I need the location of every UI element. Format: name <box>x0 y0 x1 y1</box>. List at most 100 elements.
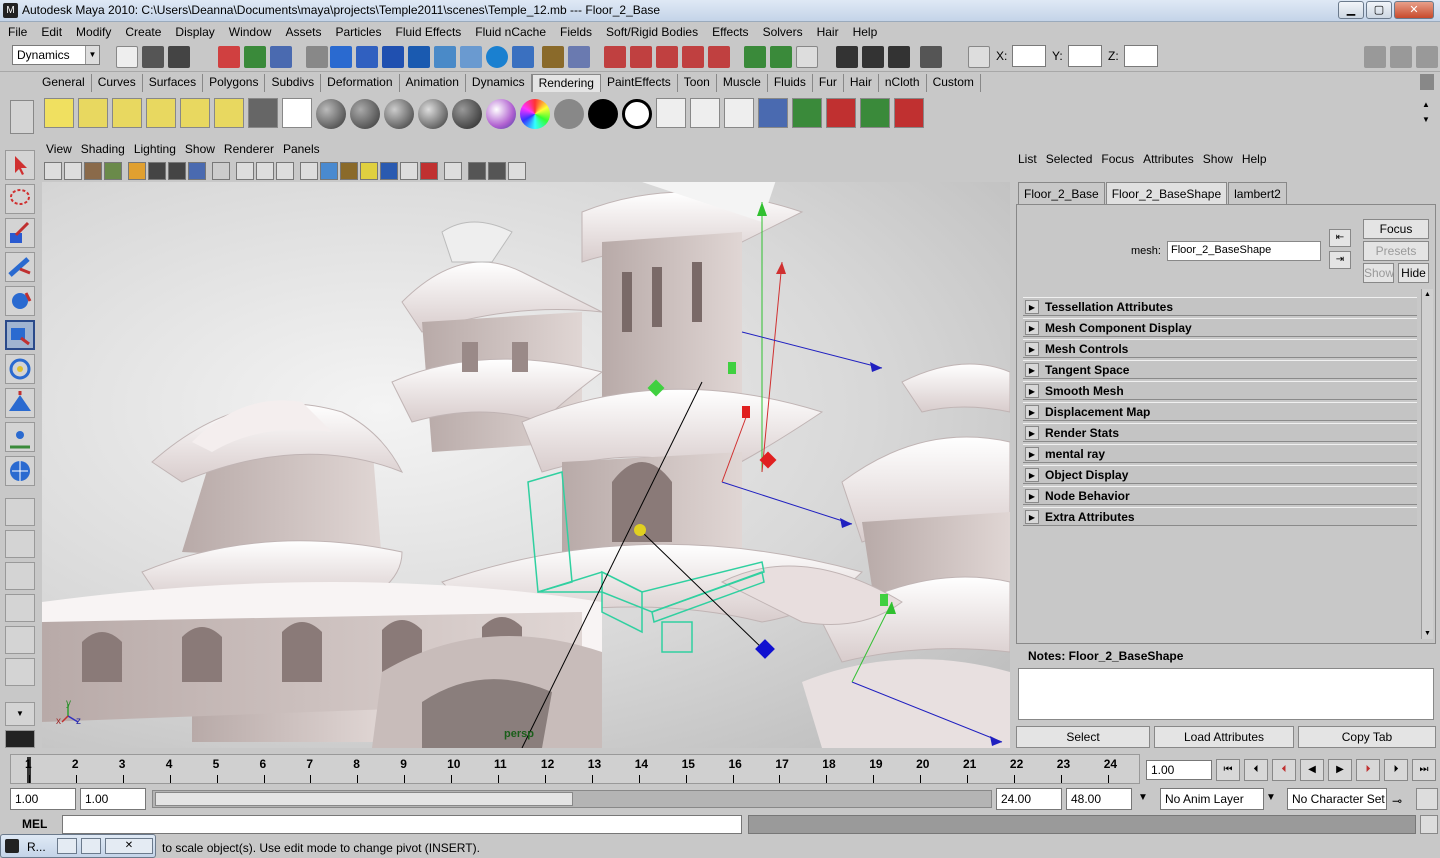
character-set-selector[interactable]: No Character Set <box>1287 788 1387 810</box>
ae-scrollbar[interactable]: ▲ ▼ <box>1421 289 1433 639</box>
shelf-menu-icon[interactable] <box>10 100 34 134</box>
playback-start-field[interactable]: 1.00 <box>80 788 146 810</box>
ae-menu-focus[interactable]: Focus <box>1101 152 1134 166</box>
deformations-mask-icon[interactable] <box>408 46 430 68</box>
layout-menu-chevron-icon[interactable]: ▼ <box>5 702 35 726</box>
lock-selection-icon[interactable] <box>542 46 564 68</box>
ae-menu-help[interactable]: Help <box>1242 152 1267 166</box>
minimize-button[interactable]: ▁ <box>1338 1 1364 19</box>
select-button[interactable]: Select <box>1016 726 1150 748</box>
output-connections-icon[interactable] <box>770 46 792 68</box>
help-mask-icon[interactable] <box>512 46 534 68</box>
ambient-light-icon[interactable] <box>44 98 74 128</box>
absolute-transform-icon[interactable] <box>968 46 990 68</box>
shelf-tab-dynamics[interactable]: Dynamics <box>466 74 532 92</box>
shelf-tab-rendering[interactable]: Rendering <box>531 74 601 92</box>
shelf-tab-custom[interactable]: Custom <box>927 74 981 92</box>
film-gate-icon[interactable] <box>148 162 166 180</box>
viewport-menu-show[interactable]: Show <box>185 142 215 160</box>
x-field[interactable] <box>1012 45 1046 67</box>
viewport-menu-lighting[interactable]: Lighting <box>134 142 176 160</box>
menu-fluid-ncache[interactable]: Fluid nCache <box>475 25 546 39</box>
layout-single-perspective-icon[interactable] <box>5 498 35 526</box>
ipr-render-icon[interactable] <box>862 46 884 68</box>
section-extra-attributes[interactable]: ▶ Extra Attributes <box>1023 507 1417 526</box>
section-mesh-component-display[interactable]: ▶ Mesh Component Display <box>1023 318 1417 337</box>
input-connection-icon[interactable]: ⇤ <box>1329 229 1351 247</box>
presets-button[interactable]: Presets <box>1363 241 1429 261</box>
select-by-object-icon[interactable] <box>244 46 266 68</box>
render-settings-icon[interactable] <box>888 46 910 68</box>
joints-mask-icon[interactable] <box>330 46 352 68</box>
tool-settings-icon[interactable] <box>1416 46 1438 68</box>
area-light-icon[interactable] <box>180 98 210 128</box>
gate-mask-icon[interactable] <box>188 162 206 180</box>
section-render-stats[interactable]: ▶ Render Stats <box>1023 423 1417 442</box>
step-back-frame-icon[interactable]: ⏴ <box>1244 759 1268 781</box>
maximize-icon[interactable] <box>81 838 101 854</box>
step-back-key-icon[interactable]: ⏴ <box>1272 759 1296 781</box>
shelf-tab-deformation[interactable]: Deformation <box>321 74 400 92</box>
render-frame-icon[interactable] <box>836 46 858 68</box>
hypershade-shelf-icon[interactable] <box>758 98 788 128</box>
volume-light-icon[interactable] <box>214 98 244 128</box>
step-forward-frame-icon[interactable]: ⏵ <box>1384 759 1408 781</box>
menu-edit[interactable]: Edit <box>41 25 62 39</box>
show-button[interactable]: Show <box>1363 263 1394 283</box>
highlight-selection-icon[interactable] <box>568 46 590 68</box>
resolution-gate-icon[interactable] <box>168 162 186 180</box>
viewport-menu-renderer[interactable]: Renderer <box>224 142 274 160</box>
xray-joints-icon[interactable] <box>468 162 486 180</box>
ae-tab-shape[interactable]: Floor_2_BaseShape <box>1105 182 1228 204</box>
ipr-render-shelf-icon[interactable] <box>690 98 720 128</box>
ae-menu-list[interactable]: List <box>1018 152 1037 166</box>
close-button[interactable]: ✕ <box>1394 1 1434 19</box>
menu-solvers[interactable]: Solvers <box>763 25 803 39</box>
uv-editor-icon[interactable] <box>282 98 312 128</box>
focus-button[interactable]: Focus <box>1363 219 1429 239</box>
object-type-handles-icon[interactable] <box>306 46 328 68</box>
shelf-tab-muscle[interactable]: Muscle <box>717 74 768 92</box>
section-object-display[interactable]: ▶ Object Display <box>1023 465 1417 484</box>
shelf-tab-fur[interactable]: Fur <box>813 74 844 92</box>
safe-action-icon[interactable] <box>236 162 254 180</box>
key-icon[interactable]: ⊸ <box>1392 794 1414 808</box>
input-connections-icon[interactable] <box>744 46 766 68</box>
menu-assets[interactable]: Assets <box>285 25 321 39</box>
blinn-material-icon[interactable] <box>316 99 346 129</box>
safe-title-icon[interactable] <box>256 162 274 180</box>
menu-file[interactable]: File <box>8 25 27 39</box>
backface-culling-icon[interactable] <box>488 162 506 180</box>
shelf-tab-fluids[interactable]: Fluids <box>768 74 813 92</box>
misc-mask-icon[interactable] <box>486 46 508 68</box>
xray-icon[interactable] <box>420 162 438 180</box>
image-plane-icon[interactable] <box>104 162 122 180</box>
mel-language-toggle[interactable]: MEL <box>22 817 47 831</box>
anim-layer-selector[interactable]: No Anim Layer <box>1160 788 1264 810</box>
y-field[interactable] <box>1068 45 1102 67</box>
shelf-tab-ncloth[interactable]: nCloth <box>879 74 927 92</box>
section-tangent-space[interactable]: ▶ Tangent Space <box>1023 360 1417 379</box>
snap-to-points-icon[interactable] <box>656 46 678 68</box>
textured-icon[interactable] <box>276 162 294 180</box>
phonge-material-icon[interactable] <box>418 99 448 129</box>
smooth-shade-icon[interactable] <box>320 162 338 180</box>
surfaces-mask-icon[interactable] <box>382 46 404 68</box>
section-displacement-map[interactable]: ▶ Displacement Map <box>1023 402 1417 421</box>
shelf-tab-general[interactable]: General <box>36 74 92 92</box>
shelf-tab-animation[interactable]: Animation <box>400 74 466 92</box>
new-scene-icon[interactable] <box>116 46 138 68</box>
section-node-behavior[interactable]: ▶ Node Behavior <box>1023 486 1417 505</box>
maximize-button[interactable]: ▢ <box>1366 1 1392 19</box>
wireframe-on-shaded-icon[interactable] <box>340 162 358 180</box>
directional-light-icon[interactable] <box>78 98 108 128</box>
channel-box-icon[interactable] <box>1364 46 1386 68</box>
shelf-tab-toon[interactable]: Toon <box>678 74 717 92</box>
shelf-scroll[interactable]: ▲ ▼ <box>1418 100 1434 130</box>
perspective-viewport[interactable]: y z x persp <box>42 182 1010 748</box>
section-tessellation-attributes[interactable]: ▶ Tessellation Attributes <box>1023 297 1417 316</box>
ae-menu-show[interactable]: Show <box>1203 152 1233 166</box>
select-by-component-icon[interactable] <box>270 46 292 68</box>
menu-help[interactable]: Help <box>853 25 878 39</box>
make-live-icon[interactable] <box>708 46 730 68</box>
